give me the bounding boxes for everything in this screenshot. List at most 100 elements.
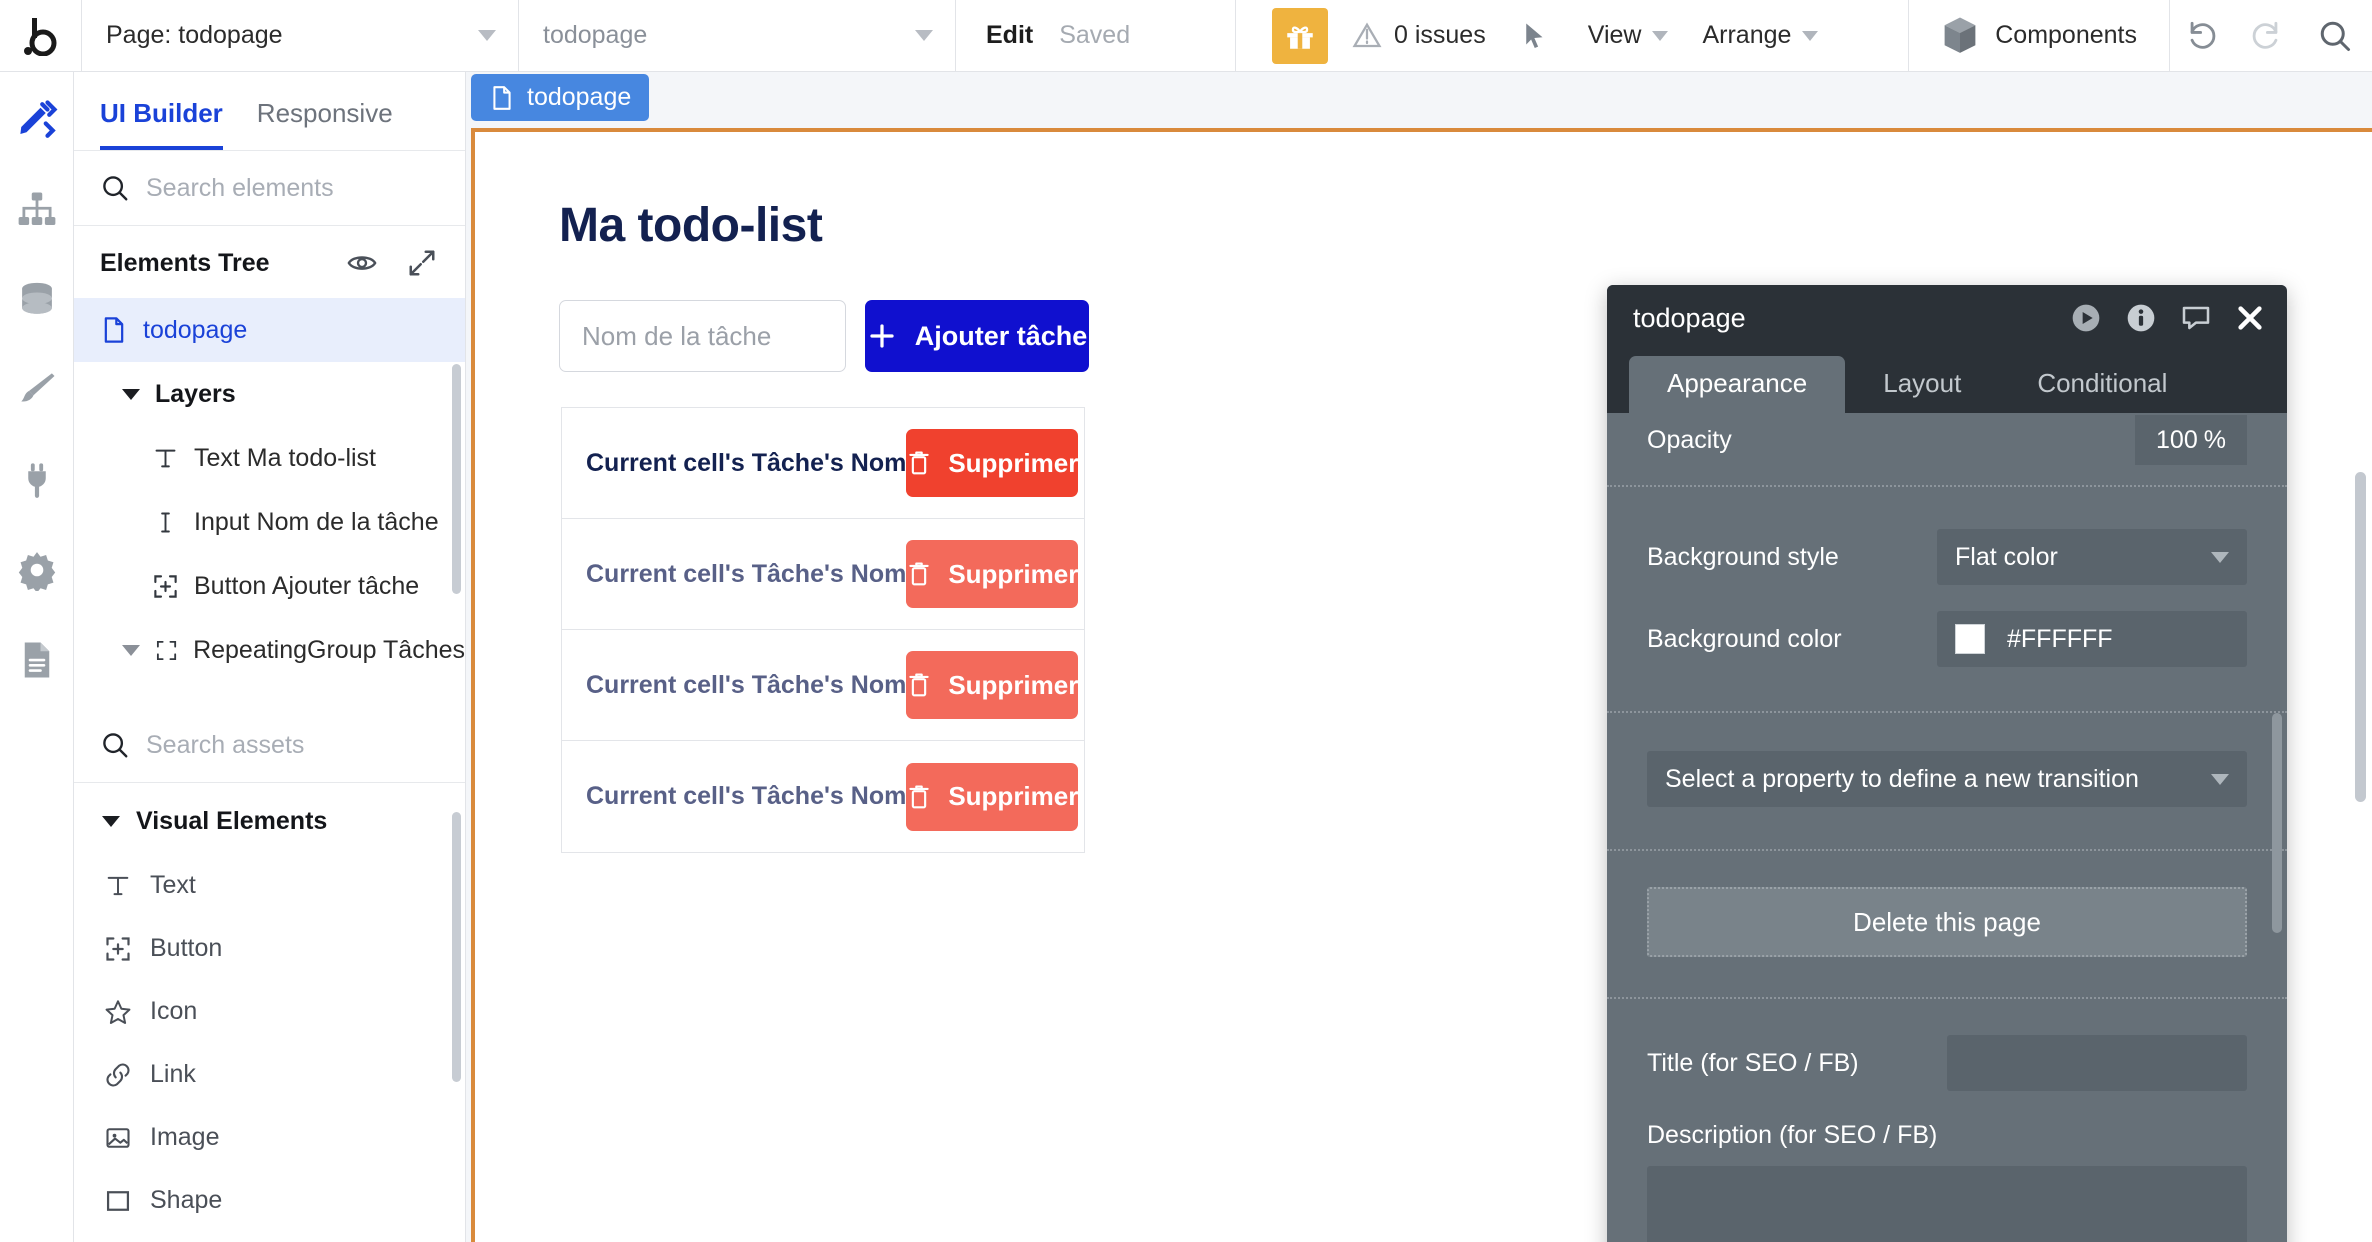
tree-item-button-ajouter-tache[interactable]: Button Ajouter tâche bbox=[74, 554, 465, 618]
seo-title-input[interactable] bbox=[1947, 1035, 2247, 1091]
trash-icon bbox=[909, 673, 930, 697]
save-status-label: Saved bbox=[1059, 21, 1131, 49]
tree-item-input-nom-de-la-tache[interactable]: Input Nom de la tâche bbox=[74, 490, 465, 554]
tree-item-layers[interactable]: Layers bbox=[74, 362, 465, 426]
info-icon[interactable] bbox=[2125, 302, 2157, 334]
bubble-logo[interactable] bbox=[0, 0, 82, 71]
redo-icon bbox=[2252, 21, 2278, 49]
tree-scrollbar[interactable] bbox=[452, 364, 461, 594]
opacity-value-field[interactable]: 100 % bbox=[2135, 415, 2247, 465]
bubble-editor-app: Page: todopage todopage Edit Saved 0 iss… bbox=[0, 0, 2372, 1242]
seo-description-label: Description (for SEO / FB) bbox=[1647, 1121, 1938, 1149]
delete-task-button[interactable]: Supprimer bbox=[906, 651, 1079, 719]
rail-item-settings[interactable] bbox=[11, 544, 63, 596]
gift-icon[interactable] bbox=[1272, 7, 1328, 64]
canvas-tab-bar: todopage bbox=[466, 72, 2372, 128]
redo-button[interactable] bbox=[2234, 0, 2298, 71]
issues-count-label: 0 issues bbox=[1394, 21, 1486, 49]
background-color-field[interactable]: #FFFFFF bbox=[1937, 611, 2247, 667]
page-name-label: todopage bbox=[543, 21, 648, 49]
inspector-scrollbar[interactable] bbox=[2272, 713, 2282, 933]
section-divider bbox=[1607, 485, 2287, 487]
rail-item-styles[interactable] bbox=[11, 364, 63, 416]
opacity-label: Opacity bbox=[1647, 425, 1732, 454]
assets-scrollbar[interactable] bbox=[452, 812, 461, 1082]
visual-element-button[interactable]: Button bbox=[74, 917, 465, 980]
delete-task-button[interactable]: Supprimer bbox=[906, 429, 1079, 497]
canvas-scrollbar[interactable] bbox=[2355, 472, 2366, 802]
visual-elements-header[interactable]: Visual Elements bbox=[74, 783, 465, 854]
plus-icon bbox=[870, 324, 894, 348]
table-row[interactable]: Current cell's Tâche's Nom Supprimer bbox=[562, 630, 1084, 741]
delete-page-button[interactable]: Delete this page bbox=[1647, 887, 2247, 957]
visual-element-image[interactable]: Image bbox=[74, 1106, 465, 1169]
close-icon[interactable] bbox=[2235, 303, 2265, 333]
tab-responsive[interactable]: Responsive bbox=[257, 98, 393, 150]
database-icon bbox=[21, 282, 52, 314]
delete-task-button[interactable]: Supprimer bbox=[906, 762, 1079, 831]
tree-item-text-ma-todo-list[interactable]: Text Ma todo-list bbox=[74, 426, 465, 490]
opacity-row: Opacity 100 % bbox=[1607, 415, 2287, 465]
warning-icon bbox=[1352, 22, 1382, 47]
rail-item-logs[interactable] bbox=[11, 634, 63, 686]
page-icon bbox=[493, 85, 511, 110]
trash-icon bbox=[909, 784, 930, 808]
tree-item-todopage[interactable]: todopage bbox=[74, 298, 465, 362]
issues-indicator[interactable]: 0 issues bbox=[1352, 21, 1486, 51]
delete-task-button[interactable]: Supprimer bbox=[906, 540, 1079, 608]
eye-icon[interactable] bbox=[347, 248, 377, 278]
expand-arrows-icon[interactable] bbox=[407, 248, 437, 278]
task-name-placeholder: Nom de la tâche bbox=[582, 320, 772, 351]
play-glyph bbox=[2072, 304, 2100, 332]
page-name-dropdown[interactable]: todopage bbox=[519, 0, 956, 71]
seo-description-input[interactable] bbox=[1647, 1166, 2247, 1242]
rail-item-workflow[interactable] bbox=[11, 184, 63, 236]
search-icon bbox=[103, 733, 128, 758]
canvas-area: todopage Ma todo-list Nom de la tâche Aj… bbox=[466, 72, 2372, 1242]
color-swatch[interactable] bbox=[1955, 624, 1985, 654]
table-row[interactable]: Current cell's Tâche's Nom Supprimer bbox=[562, 519, 1084, 630]
tree-item-label: Input Nom de la tâche bbox=[194, 507, 439, 536]
view-menu[interactable]: View bbox=[1588, 21, 1669, 50]
visual-element-alert[interactable]: Alert bbox=[74, 1232, 465, 1242]
design-tools-icon bbox=[19, 100, 57, 138]
rail-item-design[interactable] bbox=[11, 94, 63, 146]
tab-layout[interactable]: Layout bbox=[1845, 356, 1999, 413]
search-elements-field[interactable]: Search elements bbox=[74, 151, 465, 226]
global-search-button[interactable] bbox=[2298, 0, 2372, 71]
canvas-page-tab[interactable]: todopage bbox=[471, 74, 650, 121]
tree-item-partial[interactable] bbox=[74, 682, 465, 708]
visual-element-text[interactable]: Text bbox=[74, 854, 465, 917]
visual-element-icon[interactable]: Icon bbox=[74, 980, 465, 1043]
rail-item-plugins[interactable] bbox=[11, 454, 63, 506]
background-style-dropdown[interactable]: Flat color bbox=[1937, 529, 2247, 585]
tab-appearance[interactable]: Appearance bbox=[1629, 356, 1846, 413]
background-style-row: Background style Flat color bbox=[1607, 529, 2287, 585]
rail-item-data[interactable] bbox=[11, 274, 63, 326]
delete-task-label: Supprimer bbox=[948, 558, 1079, 589]
task-name-input[interactable]: Nom de la tâche bbox=[559, 300, 846, 372]
inspector-body: Opacity 100 % Background style Flat colo… bbox=[1607, 413, 2287, 1242]
visual-element-link[interactable]: Link bbox=[74, 1043, 465, 1106]
search-assets-field[interactable]: Search assets bbox=[74, 708, 465, 783]
visual-element-shape[interactable]: Shape bbox=[74, 1169, 465, 1232]
components-button[interactable]: Components bbox=[1908, 0, 2170, 71]
transition-dropdown[interactable]: Select a property to define a new transi… bbox=[1647, 751, 2247, 807]
add-task-button[interactable]: Ajouter tâche bbox=[865, 300, 1089, 372]
undo-button[interactable] bbox=[2170, 0, 2234, 71]
tab-conditional[interactable]: Conditional bbox=[1999, 356, 2205, 413]
tab-ui-builder[interactable]: UI Builder bbox=[100, 98, 223, 150]
elements-tree-title: Elements Tree bbox=[100, 248, 270, 277]
tree-item-repeatinggroup-taches[interactable]: RepeatingGroup Tâches bbox=[74, 618, 465, 682]
delete-task-label: Supprimer bbox=[948, 669, 1079, 700]
delete-task-label: Supprimer bbox=[948, 447, 1079, 478]
arrange-menu[interactable]: Arrange bbox=[1702, 21, 1819, 50]
chevron-down-icon bbox=[122, 388, 140, 400]
edit-mode-button[interactable]: Edit bbox=[986, 21, 1033, 50]
page-selector-dropdown[interactable]: Page: todopage bbox=[82, 0, 519, 71]
preview-play-icon[interactable] bbox=[2070, 302, 2102, 334]
comment-icon[interactable] bbox=[2180, 302, 2212, 334]
table-row[interactable]: Current cell's Tâche's Nom Supprimer bbox=[562, 408, 1084, 519]
cursor-arrow-icon[interactable] bbox=[1520, 21, 1550, 51]
table-row[interactable]: Current cell's Tâche's Nom Supprimer bbox=[562, 741, 1084, 852]
